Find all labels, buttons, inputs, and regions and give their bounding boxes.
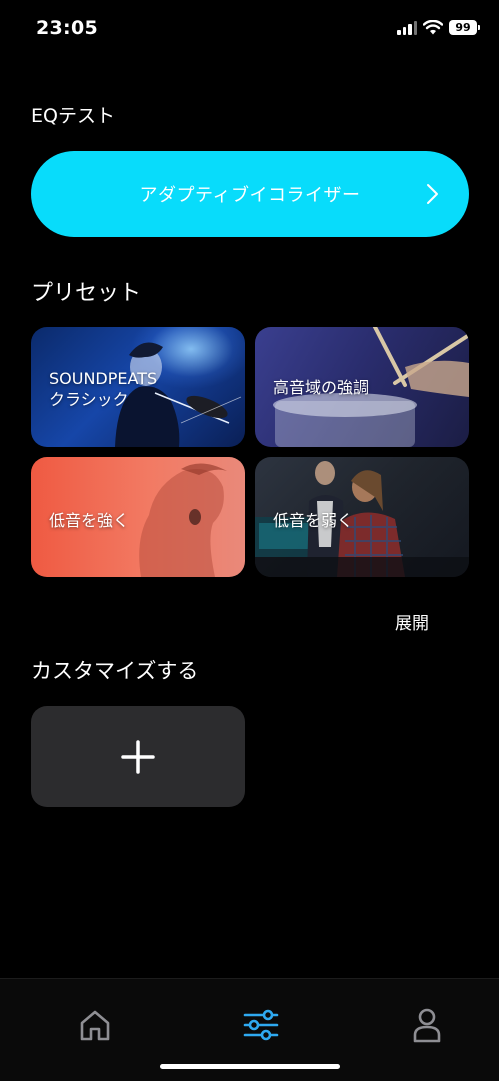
- expand-presets-link[interactable]: 展開: [395, 609, 429, 634]
- home-icon: [80, 1010, 110, 1041]
- status-icons: 99: [397, 20, 480, 35]
- preset-label-bass-reduce: 低音を弱く: [273, 511, 354, 530]
- preset-title: プリセット: [31, 281, 142, 306]
- adaptive-eq-button[interactable]: アダプティブイコライザー: [31, 151, 469, 237]
- chevron-right-icon: [427, 184, 438, 204]
- preset-card-bass-boost[interactable]: 低音を強く: [31, 457, 245, 577]
- preset-label-bass-boost: 低音を強く: [49, 511, 130, 530]
- plus-icon: [121, 739, 155, 774]
- tab-home[interactable]: [75, 1005, 115, 1045]
- customize-title: カスタマイズする: [31, 659, 199, 683]
- preset-card-treble-boost[interactable]: 高音域の強調: [255, 327, 469, 447]
- equalizer-icon: [243, 1009, 279, 1041]
- battery-indicator: 99: [449, 20, 480, 35]
- profile-icon: [413, 1008, 441, 1043]
- preset-card-classic[interactable]: SOUNDPEATS クラシック: [31, 327, 245, 447]
- home-indicator: [160, 1064, 340, 1069]
- preset-card-bass-reduce[interactable]: 低音を弱く: [255, 457, 469, 577]
- eq-test-title: EQテスト: [31, 105, 115, 127]
- tab-profile[interactable]: [407, 1005, 447, 1045]
- preset-label-classic: SOUNDPEATS クラシック: [49, 369, 158, 409]
- status-bar: 23:05 99: [0, 0, 499, 60]
- status-time: 23:05: [36, 17, 98, 39]
- add-custom-eq-button[interactable]: [31, 706, 245, 807]
- tab-equalizer[interactable]: [241, 1005, 281, 1045]
- cellular-signal-icon: [397, 20, 417, 35]
- preset-label-treble-boost: 高音域の強調: [273, 378, 370, 397]
- adaptive-eq-label: アダプティブイコライザー: [139, 185, 361, 206]
- wifi-icon: [423, 20, 443, 35]
